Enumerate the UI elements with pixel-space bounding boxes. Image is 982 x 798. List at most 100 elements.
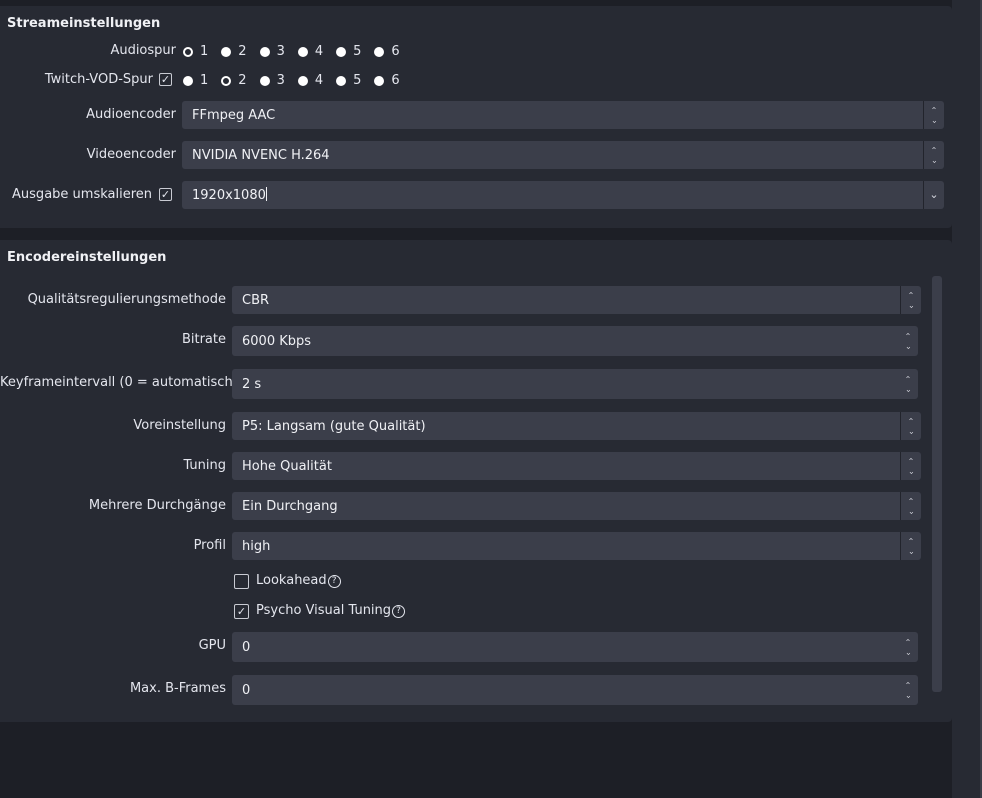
audiospur-label: Audiospur <box>110 43 176 58</box>
psycho-visual-label: Psycho Visual Tuning? <box>256 603 406 618</box>
preset-value: P5: Langsam (gute Qualität) <box>242 418 426 434</box>
radio-label: 1 <box>200 73 209 88</box>
audiospur-radio-4[interactable]: 4 <box>297 44 324 59</box>
profile-label: Profil <box>193 538 226 553</box>
preset-select[interactable]: P5: Langsam (gute Qualität) ⌃ ⌃ <box>232 412 921 440</box>
keyframe-value: 2 s <box>242 376 262 392</box>
gpu-label: GPU <box>198 638 226 653</box>
radio-circle <box>297 46 308 57</box>
rate-control-select[interactable]: CBR ⌃ ⌃ <box>232 286 921 314</box>
rate-control-value: CBR <box>242 292 270 308</box>
rescale-combobox[interactable]: 1920x1080 ⌄ <box>182 181 944 209</box>
tuning-value: Hohe Qualität <box>242 458 332 474</box>
twitch-vod-radio-3[interactable]: 3 <box>259 73 285 88</box>
radio-label: 5 <box>353 44 362 59</box>
twitch-vod-checkbox[interactable]: ✓ <box>159 73 172 86</box>
spin-arrows-icon[interactable]: ⌃ ⌃ <box>898 675 918 705</box>
updown-icon: ⌃ ⌃ <box>900 412 921 440</box>
updown-icon: ⌃ ⌃ <box>923 101 944 129</box>
twitch-vod-radio-1[interactable]: 1 <box>183 73 208 88</box>
audiospur-radios: 1 2 3 4 5 6 <box>183 44 413 59</box>
bitrate-value: 6000 Kbps <box>242 333 312 349</box>
right-panel-strip <box>952 0 982 798</box>
twitch-vod-radio-2[interactable]: 2 <box>221 73 247 88</box>
radio-label: 1 <box>200 44 209 59</box>
audiospur-radio-6[interactable]: 6 <box>374 44 400 59</box>
profile-value: high <box>242 538 271 554</box>
help-icon[interactable]: ? <box>392 605 406 618</box>
preset-label: Voreinstellung <box>133 418 226 433</box>
radio-label: 2 <box>238 44 247 59</box>
bitrate-label: Bitrate <box>181 332 226 347</box>
updown-icon: ⌃ ⌃ <box>900 286 921 314</box>
twitch-vod-radio-4[interactable]: 4 <box>297 73 324 88</box>
audio-encoder-select[interactable]: FFmpeg AAC ⌃ ⌃ <box>182 101 944 129</box>
radio-label: 4 <box>314 73 324 88</box>
radio-label: 5 <box>353 73 362 88</box>
radio-label: 4 <box>314 44 324 59</box>
video-encoder-label: Videoencoder <box>86 147 176 162</box>
twitch-vod-radio-5[interactable]: 5 <box>336 73 361 88</box>
audiospur-radio-1[interactable]: 1 <box>183 44 208 59</box>
twitch-vod-radios: 1 2 3 4 5 6 <box>183 73 413 88</box>
radio-label: 3 <box>276 44 285 59</box>
spin-arrows-icon[interactable]: ⌃ ⌃ <box>898 632 918 662</box>
psycho-visual-text: Psycho Visual Tuning <box>256 603 392 618</box>
bitrate-spinbox[interactable]: 6000 Kbps ⌃ ⌃ <box>232 326 918 356</box>
multipass-select[interactable]: Ein Durchgang ⌃ ⌃ <box>232 492 921 520</box>
radio-circle <box>336 46 347 57</box>
audio-encoder-value: FFmpeg AAC <box>192 107 276 123</box>
keyframe-label: Keyframeintervall (0 = automatisch) <box>0 375 238 390</box>
psycho-visual-checkbox[interactable]: ✓ <box>234 604 249 619</box>
radio-circle <box>183 46 193 57</box>
radio-label: 6 <box>391 73 400 88</box>
lookahead-text: Lookahead <box>256 573 327 588</box>
tuning-select[interactable]: Hohe Qualität ⌃ ⌃ <box>232 452 921 480</box>
updown-icon: ⌃ ⌃ <box>900 492 921 520</box>
updown-icon: ⌃ ⌃ <box>900 532 921 560</box>
radio-circle <box>259 46 270 57</box>
radio-circle <box>374 46 385 57</box>
radio-circle <box>297 75 308 86</box>
radio-circle <box>374 75 385 86</box>
video-encoder-select[interactable]: NVIDIA NVENC H.264 ⌃ ⌃ <box>182 141 944 169</box>
gpu-value: 0 <box>242 639 251 655</box>
bframes-spinbox[interactable]: 0 ⌃ ⌃ <box>232 675 918 705</box>
spin-arrows-icon[interactable]: ⌃ ⌃ <box>898 326 918 356</box>
radio-label: 2 <box>238 73 247 88</box>
rescale-checkbox[interactable]: ✓ <box>159 188 172 201</box>
vertical-scrollbar[interactable] <box>932 276 942 692</box>
tuning-label: Tuning <box>183 458 226 473</box>
audiospur-radio-3[interactable]: 3 <box>259 44 285 59</box>
radio-circle <box>259 75 270 86</box>
radio-label: 3 <box>276 73 285 88</box>
lookahead-label: Lookahead? <box>256 573 341 588</box>
rescale-label: Ausgabe umskalieren <box>12 187 152 202</box>
gpu-spinbox[interactable]: 0 ⌃ ⌃ <box>232 632 918 662</box>
twitch-vod-radio-6[interactable]: 6 <box>374 73 400 88</box>
profile-select[interactable]: high ⌃ ⌃ <box>232 532 921 560</box>
audiospur-radio-2[interactable]: 2 <box>221 44 247 59</box>
radio-label: 6 <box>391 44 400 59</box>
audiospur-radio-5[interactable]: 5 <box>336 44 361 59</box>
text-caret <box>265 187 267 201</box>
updown-icon: ⌃ ⌃ <box>923 141 944 169</box>
multipass-value: Ein Durchgang <box>242 498 338 514</box>
video-encoder-value: NVIDIA NVENC H.264 <box>192 147 330 163</box>
lookahead-checkbox[interactable] <box>234 574 249 589</box>
twitch-vod-label: Twitch-VOD-Spur <box>44 72 153 87</box>
help-icon[interactable]: ? <box>327 575 341 588</box>
rate-control-label: Qualitätsregulierungsmethode <box>27 292 226 307</box>
encoder-settings-title: Encodereinstellungen <box>7 250 167 265</box>
keyframe-spinbox[interactable]: 2 s ⌃ ⌃ <box>232 369 918 399</box>
bframes-label: Max. B-Frames <box>129 681 226 696</box>
radio-circle <box>221 75 232 86</box>
audio-encoder-label: Audioencoder <box>86 107 176 122</box>
stream-settings-title: Streameinstellungen <box>7 16 161 31</box>
rescale-input[interactable]: 1920x1080 <box>192 187 923 203</box>
radio-circle <box>221 46 232 57</box>
dropdown-icon[interactable]: ⌄ <box>923 181 944 209</box>
radio-circle <box>183 75 193 86</box>
spin-arrows-icon[interactable]: ⌃ ⌃ <box>898 369 918 399</box>
radio-circle <box>336 75 347 86</box>
